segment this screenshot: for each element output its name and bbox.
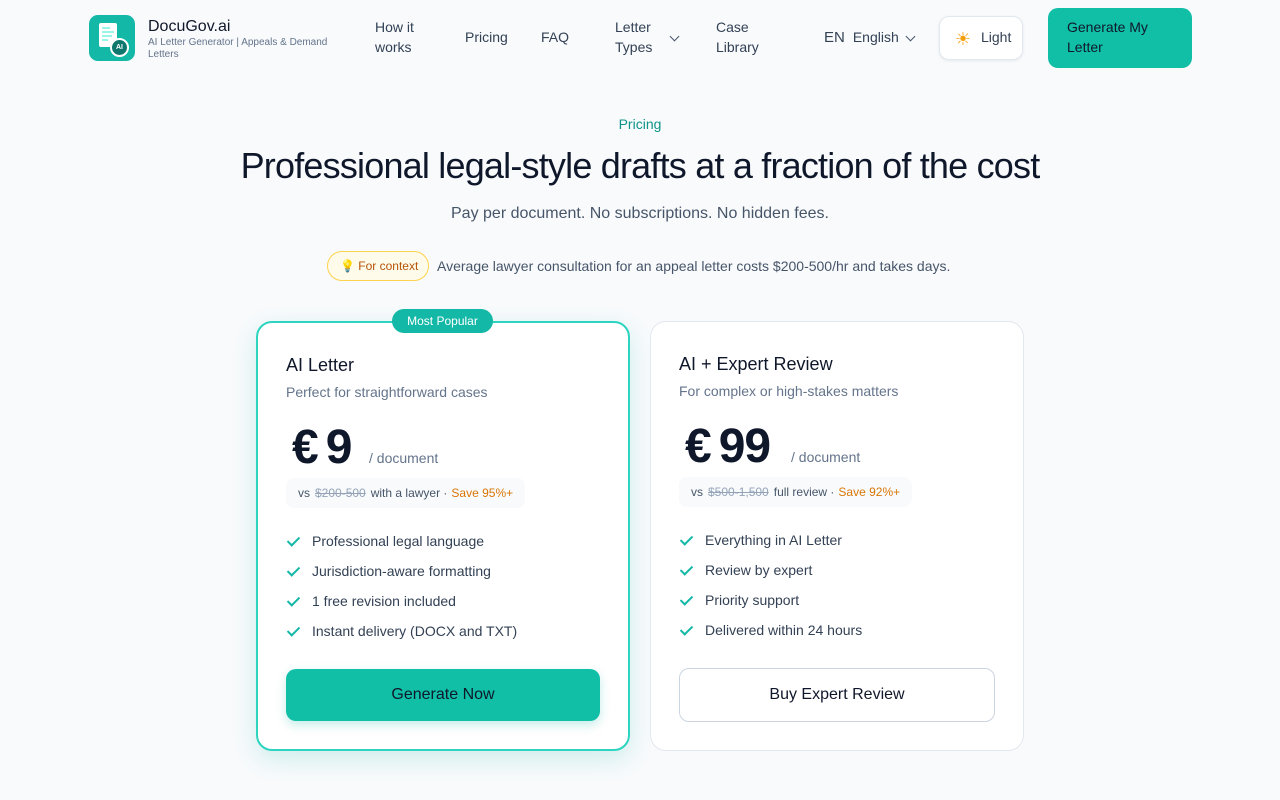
feature-item: Priority support <box>679 590 862 620</box>
check-icon <box>679 532 694 546</box>
site-header: AI DocuGov.ai AI Letter Generator | Appe… <box>0 0 1280 76</box>
feature-item: Professional legal language <box>286 531 517 561</box>
generate-my-letter-button[interactable]: Generate My Letter <box>1048 8 1192 68</box>
check-icon <box>286 593 301 607</box>
price-value: 99 <box>718 420 771 473</box>
brand-name[interactable]: DocuGov.ai <box>148 18 230 36</box>
feature-text: Everything in AI Letter <box>705 532 842 548</box>
language-code: EN <box>824 29 845 46</box>
check-icon <box>286 623 301 637</box>
check-icon <box>286 533 301 547</box>
price-value: 9 <box>325 421 353 474</box>
price-comparison: vs $500-1,500 full review · Save 92%+ <box>679 477 913 507</box>
feature-list: Everything in AI Letter Review by expert… <box>679 530 862 650</box>
context-text: Average lawyer consultation for an appea… <box>437 258 951 274</box>
feature-text: Jurisdiction-aware formatting <box>312 563 491 579</box>
nav-pricing[interactable]: Pricing <box>465 27 508 47</box>
buy-expert-review-button[interactable]: Buy Expert Review <box>679 668 995 722</box>
check-icon <box>679 592 694 606</box>
currency-symbol: € <box>292 421 319 474</box>
ai-badge-icon: AI <box>110 38 129 57</box>
feature-item: Review by expert <box>679 560 862 590</box>
chevron-down-icon[interactable] <box>905 31 916 42</box>
page-title: Professional legal-style drafts at a fra… <box>240 145 1041 186</box>
nav-faq[interactable]: FAQ <box>541 27 569 47</box>
feature-item: Everything in AI Letter <box>679 530 862 560</box>
compare-label: full review · <box>773 485 835 499</box>
price-unit: / document <box>791 449 861 465</box>
price-comparison: vs $200-500 with a lawyer · Save 95%+ <box>286 478 526 508</box>
savings-label: Save 92%+ <box>838 485 901 499</box>
theme-toggle-button[interactable]: ☀ Light <box>939 16 1023 60</box>
feature-text: Priority support <box>705 592 800 608</box>
feature-item: Instant delivery (DOCX and TXT) <box>286 621 517 651</box>
brand-tagline: AI Letter Generator | Appeals & Demand L… <box>148 37 328 60</box>
compare-vs: vs <box>298 486 310 500</box>
feature-item: 1 free revision included <box>286 591 517 621</box>
page-subtitle: Pay per document. No subscriptions. No h… <box>451 205 829 222</box>
compare-price: $200-500 <box>315 486 366 500</box>
plan-price: €99 <box>685 419 771 474</box>
check-icon <box>286 563 301 577</box>
most-popular-badge: Most Popular <box>392 309 493 333</box>
plan-description: For complex or high-stakes matters <box>679 383 899 399</box>
chevron-down-icon[interactable] <box>669 31 680 42</box>
sun-icon: ☀ <box>954 29 972 49</box>
feature-text: Instant delivery (DOCX and TXT) <box>312 623 518 639</box>
nav-how-it-works[interactable]: How it works <box>375 17 425 57</box>
feature-item: Delivered within 24 hours <box>679 620 862 650</box>
feature-text: Delivered within 24 hours <box>705 622 863 638</box>
currency-symbol: € <box>685 420 712 473</box>
check-icon <box>679 562 694 576</box>
feature-text: 1 free revision included <box>312 593 456 609</box>
plan-name: AI + Expert Review <box>679 354 833 374</box>
nav-case-library[interactable]: Case Library <box>716 17 766 57</box>
nav-letter-types[interactable]: Letter Types <box>615 17 659 57</box>
feature-text: Review by expert <box>705 562 813 578</box>
language-selector[interactable]: EN English <box>824 27 899 48</box>
context-badge: 💡 For context <box>327 251 429 281</box>
compare-vs: vs <box>691 485 703 499</box>
plan-description: Perfect for straightforward cases <box>286 384 488 400</box>
compare-price: $500-1,500 <box>708 485 769 499</box>
feature-item: Jurisdiction-aware formatting <box>286 561 517 591</box>
plan-price: €9 <box>292 420 353 475</box>
logo-icon[interactable]: AI <box>89 15 135 61</box>
theme-label: Light <box>981 29 1012 45</box>
compare-label: with a lawyer · <box>370 486 448 500</box>
feature-text: Professional legal language <box>312 533 485 549</box>
check-icon <box>679 622 694 636</box>
section-eyebrow: Pricing <box>618 116 662 132</box>
price-unit: / document <box>369 450 439 466</box>
feature-list: Professional legal language Jurisdiction… <box>286 531 517 651</box>
generate-now-button[interactable]: Generate Now <box>286 669 600 721</box>
language-label: English <box>852 29 899 45</box>
plan-name: AI Letter <box>286 355 355 375</box>
savings-label: Save 95%+ <box>451 486 514 500</box>
